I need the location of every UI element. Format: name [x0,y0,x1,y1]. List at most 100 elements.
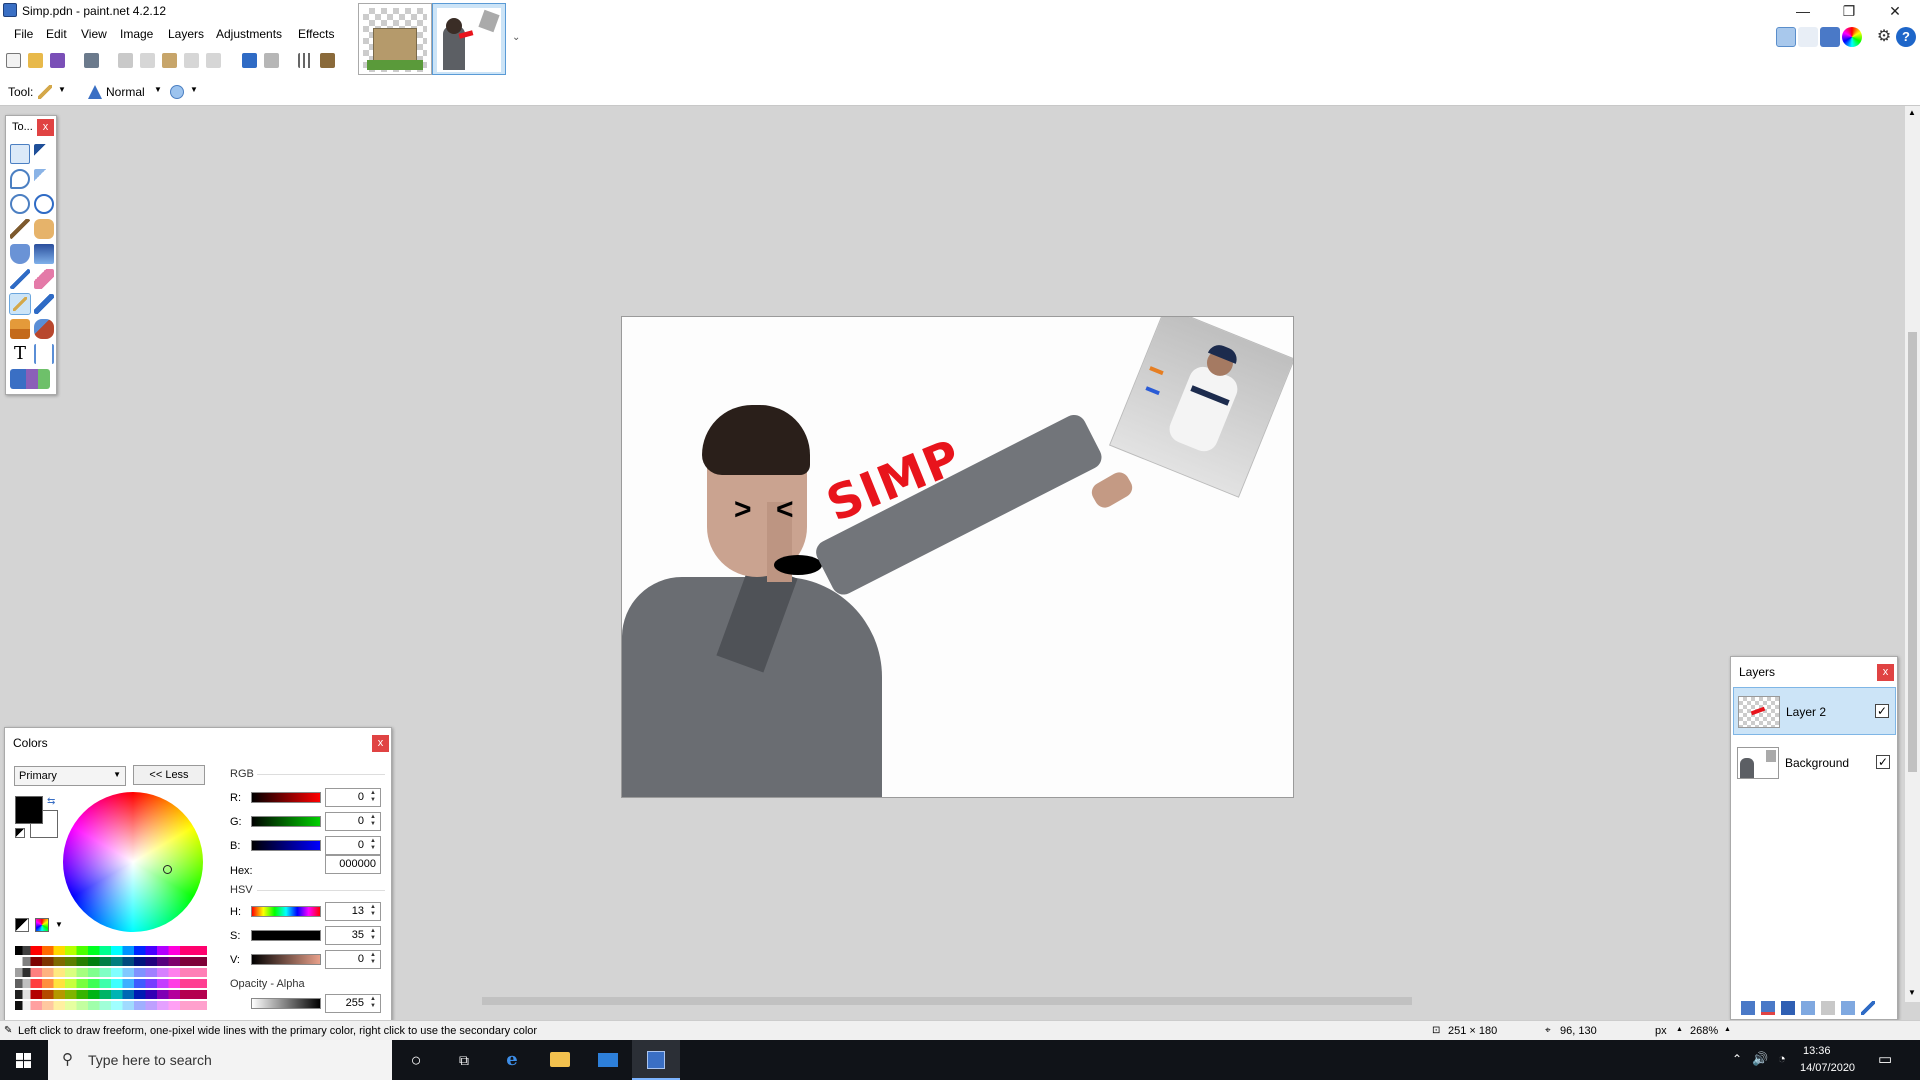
close-window-button[interactable]: ✕ [1872,0,1918,22]
less-button[interactable]: << Less [133,765,205,785]
red-slider[interactable] [251,792,321,803]
pan-tool-icon[interactable] [34,219,54,239]
notifications-icon[interactable]: ▭ [1878,1050,1892,1068]
menu-file[interactable]: File [14,27,33,41]
duplicate-layer-icon[interactable] [1781,1001,1795,1015]
crop-to-selection-icon[interactable] [184,53,199,68]
paintnet-taskbar-icon[interactable] [632,1040,680,1080]
history-window-icon[interactable] [1798,27,1818,47]
shapes-tool-icon[interactable] [10,369,50,389]
recolor-tool-icon[interactable] [34,319,54,339]
saturation-input[interactable]: 35 ▲ ▼ [325,926,381,945]
layers-window-icon[interactable] [1820,27,1840,47]
grid-icon[interactable] [298,53,313,68]
menu-image[interactable]: Image [120,27,153,41]
horizontal-scrollbar[interactable] [390,997,1900,1005]
line-curve-tool-icon[interactable] [34,344,54,364]
blue-slider[interactable] [251,840,321,851]
rulers-icon[interactable] [320,53,335,68]
help-icon[interactable]: ? [1896,27,1916,47]
hex-input[interactable]: 000000 [325,855,381,874]
menu-view[interactable]: View [81,27,107,41]
palette-row-1[interactable] [15,946,207,955]
scroll-up-icon[interactable]: ▲ [1908,108,1916,117]
layer-row-background[interactable]: Background ✓ [1733,739,1896,787]
primary-color-swatch[interactable] [15,796,43,824]
palette-row-5[interactable] [15,990,207,999]
value-slider[interactable] [251,954,321,965]
color-picker-tool-icon[interactable] [34,294,54,314]
value-input[interactable]: 0 ▲ ▼ [325,950,381,969]
vertical-scrollbar[interactable]: ▲ ▼ [1905,106,1920,1002]
hue-spinner-icon[interactable]: ▲ ▼ [367,904,379,919]
layer-visibility-checkbox[interactable]: ✓ [1875,704,1889,718]
color-mode-select[interactable]: Primary ▼ [14,766,126,786]
color-wheel[interactable] [63,792,203,932]
volume-icon[interactable]: 🔊 [1752,1051,1768,1067]
magic-wand-tool-icon[interactable] [10,219,30,239]
alpha-slider[interactable] [251,998,321,1009]
paintbrush-tool-icon[interactable] [10,269,30,289]
paste-icon[interactable] [162,53,177,68]
menu-edit[interactable]: Edit [46,27,67,41]
red-spinner-icon[interactable]: ▲ ▼ [367,790,379,805]
blue-spinner-icon[interactable]: ▲ ▼ [367,838,379,853]
alpha-spinner-icon[interactable]: ▲ ▼ [367,996,379,1011]
image-tab-1[interactable] [358,3,432,75]
file-explorer-icon[interactable] [536,1040,584,1080]
units-select[interactable]: px [1655,1025,1667,1037]
tools-window-icon[interactable] [1776,27,1796,47]
gradient-tool-icon[interactable] [34,244,54,264]
layers-close-button[interactable]: x [1877,664,1894,681]
vertical-scroll-thumb[interactable] [1908,332,1917,772]
red-input[interactable]: 0 ▲ ▼ [325,788,381,807]
zoom-dropdown-arrow-icon[interactable]: ▲ [1724,1026,1731,1033]
pencil-tool-icon[interactable] [38,85,52,99]
rectangle-select-tool-icon[interactable] [10,144,30,164]
restore-button[interactable]: ❐ [1826,0,1872,22]
colors-window-icon[interactable] [1842,27,1862,47]
deselect-icon[interactable] [206,53,221,68]
text-tool-icon[interactable]: T [10,344,30,364]
copy-icon[interactable] [140,53,155,68]
layer-visibility-checkbox[interactable]: ✓ [1876,755,1890,769]
mail-icon[interactable] [584,1040,632,1080]
eraser-tool-icon[interactable] [34,269,54,289]
menu-effects[interactable]: Effects [298,27,334,41]
pencil-tool-icon[interactable] [9,293,31,315]
antialiasing-icon[interactable] [170,85,184,99]
image-canvas[interactable]: > < SIMP [621,316,1294,798]
palette-row-3[interactable] [15,968,207,977]
move-layer-up-icon[interactable] [1821,1001,1835,1015]
palette-row-6[interactable] [15,1001,207,1010]
tool-dropdown-arrow-icon[interactable]: ▼ [58,85,66,94]
layer-row-layer-2[interactable]: Layer 2 ✓ [1733,687,1896,735]
clone-stamp-tool-icon[interactable] [10,319,30,339]
windows-start-icon[interactable] [0,1040,48,1080]
add-layer-icon[interactable] [1741,1001,1755,1015]
palette-row-4[interactable] [15,979,207,988]
tray-chevron-icon[interactable]: ⌃ [1732,1052,1742,1066]
tabs-dropdown-icon[interactable]: ⌄ [512,32,520,43]
horizontal-scroll-thumb[interactable] [482,997,1412,1005]
green-spinner-icon[interactable]: ▲ ▼ [367,814,379,829]
cut-icon[interactable] [118,53,133,68]
taskbar-search-box[interactable]: ⚲ Type here to search [48,1040,392,1080]
colors-close-button[interactable]: x [372,735,389,752]
task-view-icon[interactable]: ⧉ [440,1040,488,1080]
menu-adjustments[interactable]: Adjustments [216,27,282,41]
layer-properties-icon[interactable] [1861,1001,1875,1015]
blend-mode-select[interactable]: Normal [106,85,145,99]
menu-layers[interactable]: Layers [168,27,204,41]
move-selection-tool-icon[interactable] [34,169,54,189]
network-icon[interactable]: ◔ [1778,1051,1786,1066]
cortana-icon[interactable]: ○ [392,1040,440,1080]
clock-date[interactable]: 14/07/2020 [1800,1062,1855,1074]
new-file-icon[interactable] [6,53,21,68]
tools-close-button[interactable]: x [37,119,54,136]
alpha-input[interactable]: 255 ▲ ▼ [325,994,381,1013]
print-icon[interactable] [84,53,99,68]
clock-time[interactable]: 13:36 [1803,1045,1831,1057]
paint-bucket-tool-icon[interactable] [10,244,30,264]
redo-icon[interactable] [264,53,279,68]
